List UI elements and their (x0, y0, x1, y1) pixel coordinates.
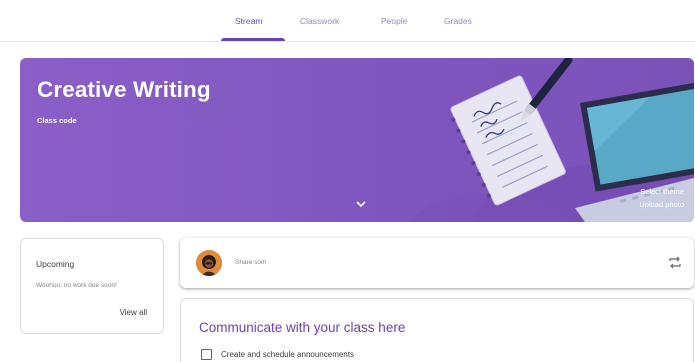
communicate-title: Communicate with your class here (199, 320, 406, 335)
class-code-label[interactable]: Class code (37, 116, 77, 125)
chevron-down-icon[interactable] (354, 199, 368, 209)
share-announcement-box[interactable]: Share som (180, 238, 694, 288)
upcoming-card: Upcoming Woohoo, no work due soon! View … (20, 238, 164, 334)
active-tab-indicator (221, 38, 285, 41)
avatar (196, 250, 222, 276)
upcoming-status: Woohoo, no work due soon! (36, 282, 117, 289)
upcoming-title: Upcoming (36, 259, 75, 269)
class-tabs: Stream Classwork People Grades (0, 0, 695, 42)
announcements-label: Create and schedule announcements (221, 350, 354, 359)
class-banner: Creative Writing Class code Select theme… (20, 58, 694, 222)
view-all-link[interactable]: View all (120, 308, 147, 317)
upload-photo-link[interactable]: Upload photo (639, 200, 684, 209)
tab-people[interactable]: People (381, 16, 407, 26)
tab-grades[interactable]: Grades (444, 16, 472, 26)
select-theme-link[interactable]: Select theme (640, 187, 684, 196)
class-title: Creative Writing (37, 77, 211, 102)
tab-stream[interactable]: Stream (235, 16, 262, 26)
communicate-card: Communicate with your class here Create … (180, 298, 694, 362)
tab-classwork[interactable]: Classwork (300, 16, 339, 26)
repost-icon[interactable] (668, 256, 682, 269)
share-placeholder[interactable]: Share som (235, 259, 266, 266)
announcements-checkbox[interactable] (201, 349, 212, 360)
